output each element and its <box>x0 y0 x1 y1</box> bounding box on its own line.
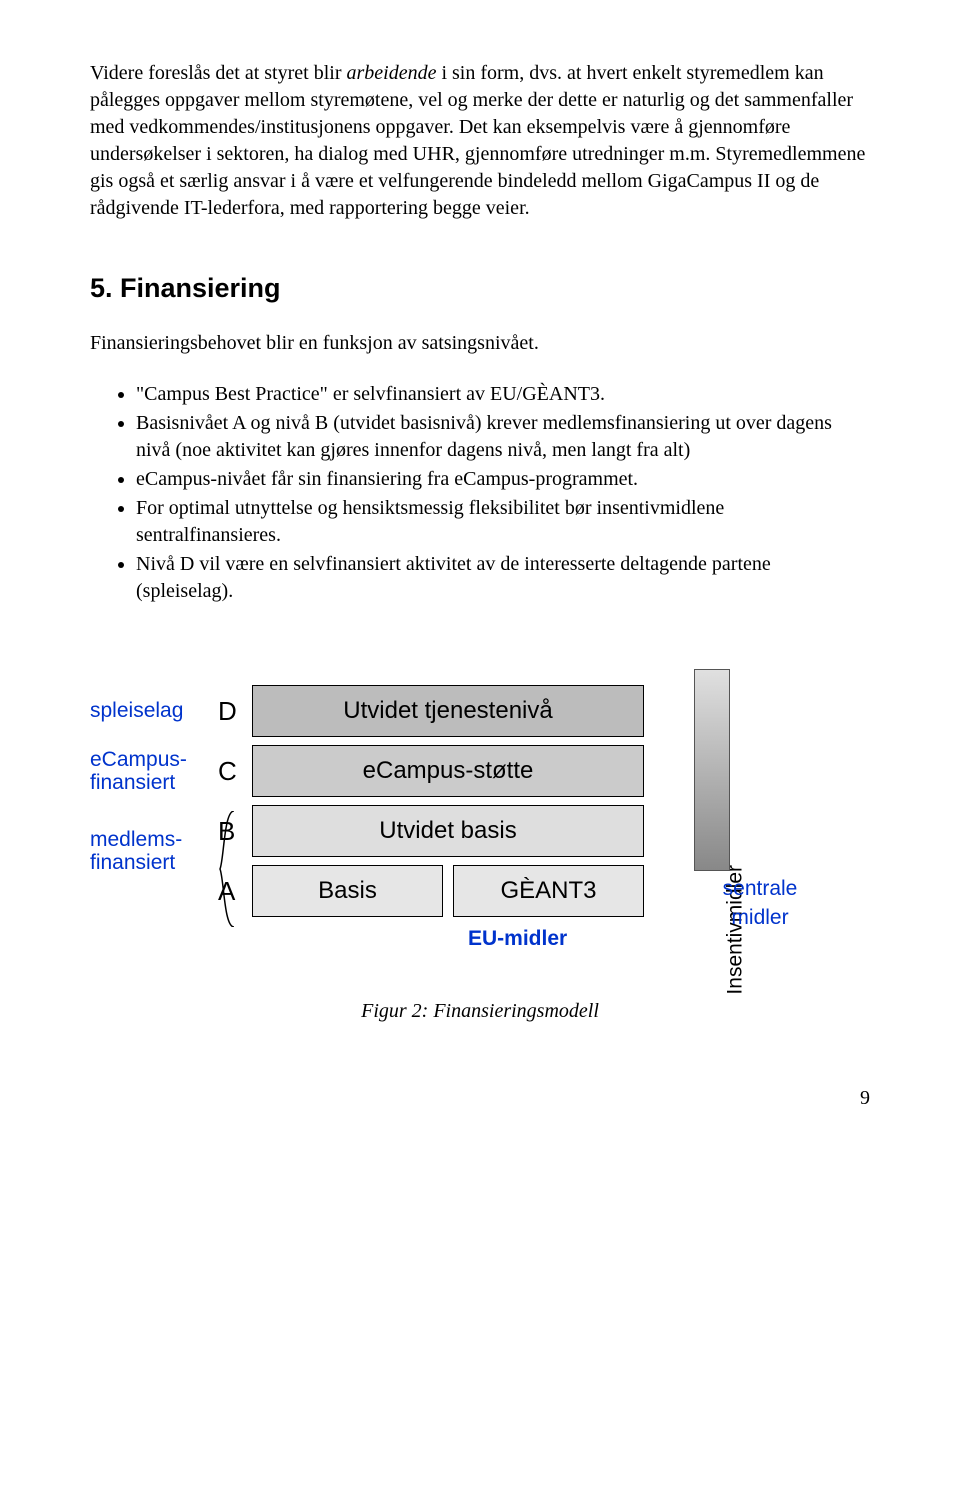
row-b: medlems-finansiert B Utvidet basis <box>90 805 870 857</box>
bar-utvidet-basis: Utvidet basis <box>252 805 644 857</box>
list-item: "Campus Best Practice" er selvfinansiert… <box>136 381 870 408</box>
list-item: Nivå D vil være en selvfinansiert aktivi… <box>136 551 870 605</box>
level-d: D <box>218 694 252 729</box>
financing-diagram: Insentivmidler sentrale midler spleisela… <box>90 685 870 1024</box>
list-item: Basisnivået A og nivå B (utvidet basisni… <box>136 410 870 464</box>
fin-label-spleiselag: spleiselag <box>90 697 218 725</box>
bar-utvidet-tjenestenivaa: Utvidet tjenestenivå <box>252 685 644 737</box>
eu-midler-label: EU-midler <box>468 925 870 953</box>
intro-paragraph: Videre foreslås det at styret blir arbei… <box>90 60 870 222</box>
bar-a-container: Basis GÈANT3 <box>252 865 644 917</box>
bar-geant3: GÈANT3 <box>453 865 644 917</box>
bracket-icon <box>216 811 236 927</box>
bar-ecampus-stoette: eCampus-støtte <box>252 745 644 797</box>
row-d: spleiselag D Utvidet tjenestenivå <box>90 685 870 737</box>
page-number: 9 <box>90 1085 870 1112</box>
list-item: For optimal utnyttelse og hensiktsmessig… <box>136 495 870 549</box>
level-c: C <box>218 754 252 789</box>
sentrale-label: sentrale midler <box>715 875 805 932</box>
fin-label-medlems: medlems-finansiert <box>90 828 218 874</box>
para1-italic: arbeidende <box>346 62 436 84</box>
bar-basis: Basis <box>252 865 443 917</box>
financing-list: "Campus Best Practice" er selvfinansiert… <box>90 381 870 605</box>
para1-text2: i sin form, dvs. at hvert enkelt styreme… <box>90 62 865 219</box>
fin-label-ecampus: eCampus-finansiert <box>90 748 218 794</box>
incentive-bar <box>694 669 730 871</box>
figure-caption: Figur 2: Finansieringsmodell <box>90 998 870 1025</box>
heading-financing: 5. Finansiering <box>90 270 870 306</box>
list-item: eCampus-nivået får sin finansiering fra … <box>136 466 870 493</box>
para1-text1: Videre foreslås det at styret blir <box>90 62 346 84</box>
financing-intro: Finansieringsbehovet blir en funksjon av… <box>90 330 870 357</box>
row-c: eCampus-finansiert C eCampus-støtte <box>90 745 870 797</box>
